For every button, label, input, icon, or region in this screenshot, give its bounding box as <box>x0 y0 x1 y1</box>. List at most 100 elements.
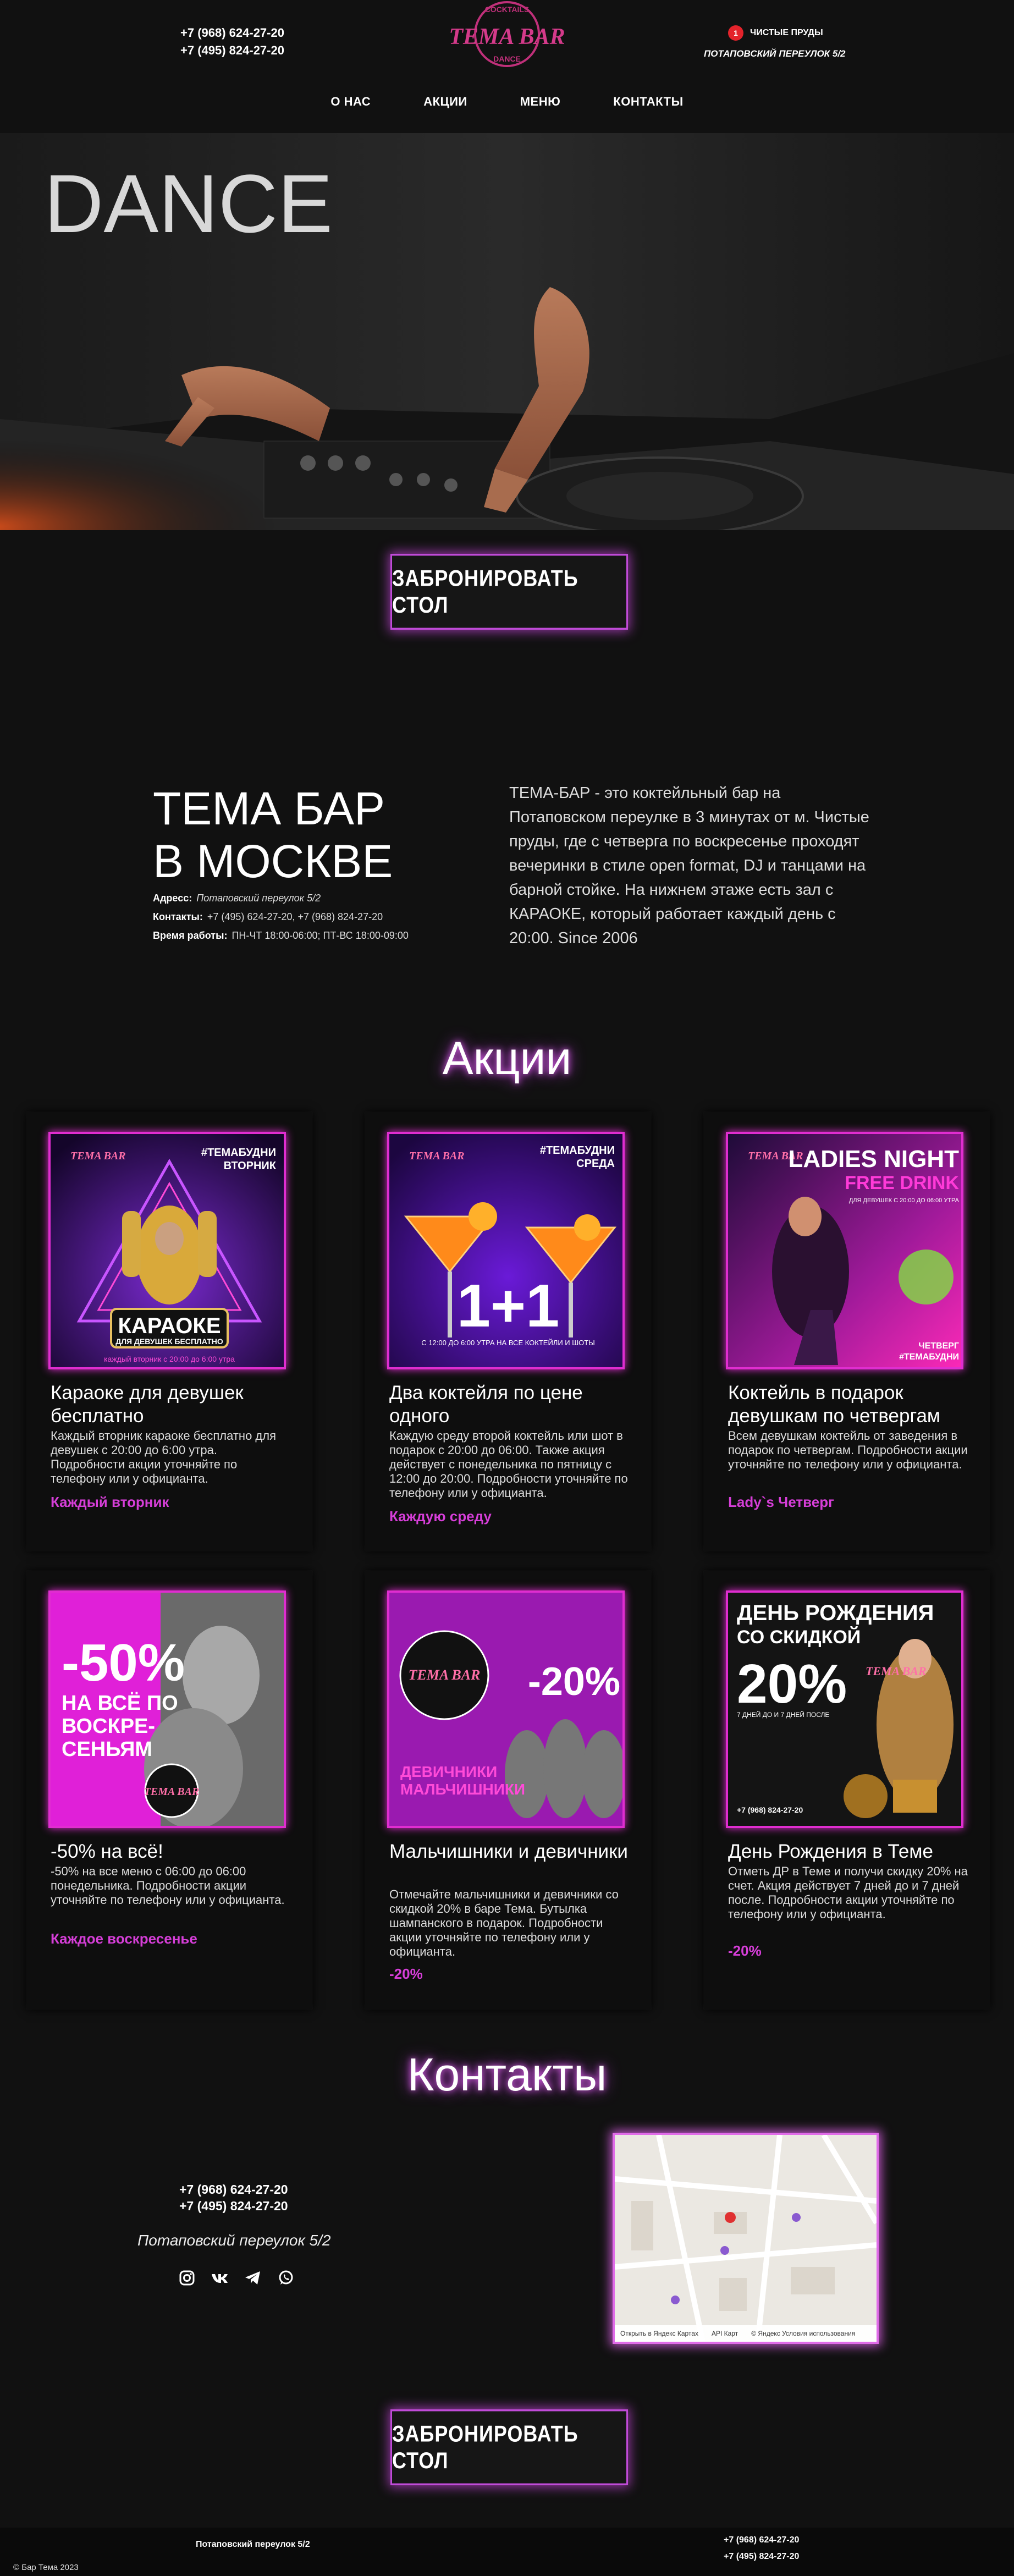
whatsapp-icon[interactable] <box>276 2268 296 2288</box>
yandex-map[interactable]: Открыть в Яндекс Картах API Карт © Яндек… <box>613 2133 879 2344</box>
nav-contacts[interactable]: КОНТАКТЫ <box>613 95 683 109</box>
header-phone-1[interactable]: +7 (968) 624-27-20 <box>180 24 284 42</box>
contacts-phones: +7 (968) 624-27-20 +7 (495) 824-27-20 <box>179 2181 288 2214</box>
svg-text:TEMA BAR: TEMA BAR <box>866 1664 927 1678</box>
svg-text:#ТЕМАБУДНИ: #ТЕМАБУДНИ <box>201 1147 276 1159</box>
svg-text:ЧЕТВЕРГ: ЧЕТВЕРГ <box>918 1341 959 1351</box>
contacts-value: +7 (495) 624-27-20, +7 (968) 824-27-20 <box>207 911 383 922</box>
nav-menu[interactable]: МЕНЮ <box>520 95 561 109</box>
promo-image-birthday: ДЕНЬ РОЖДЕНИЯ СО СКИДКОЙ 20% 7 ДНЕЙ ДО И… <box>726 1590 963 1828</box>
svg-text:LADIES NIGHT: LADIES NIGHT <box>789 1146 960 1173</box>
vk-icon[interactable] <box>210 2268 230 2288</box>
site-footer: Потаповский переулок 5/2 +7 (968) 624-27… <box>0 2528 1014 2576</box>
address-value: Потаповский переулок 5/2 <box>196 893 321 904</box>
promo-image-cocktails: #ТЕМАБУДНИ СРЕДА TEMA BAR 1+1 С 12:00 ДО… <box>387 1132 625 1369</box>
nav-about[interactable]: О НАС <box>330 95 371 109</box>
logo[interactable]: COCKTAILS TEMA BAR DANCE <box>447 0 567 88</box>
promo-card-cocktails[interactable]: #ТЕМАБУДНИ СРЕДА TEMA BAR 1+1 С 12:00 ДО… <box>365 1112 651 1551</box>
promo-image-parties: TEMA BAR -20% ДЕВИЧНИКИ МАЛЬЧИШНИКИ <box>387 1590 625 1828</box>
svg-text:СО СКИДКОЙ: СО СКИДКОЙ <box>737 1626 861 1648</box>
about-title-line-1: ТЕМА БАР <box>153 783 385 834</box>
social-links <box>177 2268 296 2288</box>
svg-text:СРЕДА: СРЕДА <box>576 1158 615 1170</box>
promo-card-karaoke[interactable]: #ТЕМАБУДНИ ВТОРНИК TEMA BAR КАРАОКЕ ДЛЯ … <box>26 1112 312 1551</box>
main-nav: О НАС АКЦИИ МЕНЮ КОНТАКТЫ <box>0 95 1014 109</box>
contacts-section-title: Контакты <box>407 2049 607 2100</box>
header-phone-2[interactable]: +7 (495) 824-27-20 <box>180 42 284 59</box>
footer-phones: +7 (968) 624-27-20 +7 (495) 824-27-20 <box>724 2532 799 2565</box>
promo-card-parties[interactable]: TEMA BAR -20% ДЕВИЧНИКИ МАЛЬЧИШНИКИ Маль… <box>365 1571 651 2010</box>
promo-tag: Каждый вторник <box>51 1494 169 1510</box>
about-info: Адресс: Потаповский переулок 5/2 Контакты… <box>153 889 409 945</box>
metro-line-badge: 1 <box>728 25 743 41</box>
promo-image-ladies-night: TEMA BAR LADIES NIGHT FREE DRINK ДЛЯ ДЕВ… <box>726 1132 963 1369</box>
promo-card-sunday-50[interactable]: -50% НА ВСЁ ПО ВОСКРЕ- СЕНЬЯМ TEMA BAR -… <box>26 1571 312 2010</box>
footer-phone-2[interactable]: +7 (495) 824-27-20 <box>724 2549 799 2565</box>
footer-copyright: © Бар Тема 2023 <box>13 2563 79 2572</box>
book-table-button-bottom[interactable]: ЗАБРОНИРОВАТЬ СТОЛ <box>390 2409 628 2485</box>
promo-title: Мальчишники и девичники <box>389 1841 628 1862</box>
promo-tag: -20% <box>728 1942 762 1959</box>
map-footer: Открыть в Яндекс Картах API Карт © Яндек… <box>615 2325 877 2342</box>
promo-card-ladies-night[interactable]: TEMA BAR LADIES NIGHT FREE DRINK ДЛЯ ДЕВ… <box>704 1112 990 1551</box>
svg-text:7 ДНЕЙ ДО И 7 ДНЕЙ ПОСЛЕ: 7 ДНЕЙ ДО И 7 ДНЕЙ ПОСЛЕ <box>737 1710 829 1719</box>
site-header: +7 (968) 624-27-20 +7 (495) 824-27-20 CO… <box>0 0 1014 132</box>
svg-text:TEMA BAR: TEMA BAR <box>409 1150 465 1162</box>
promo-title: Караоке для девушек бесплатно <box>51 1382 244 1427</box>
svg-text:каждый вторник с 20:00 до 6:00: каждый вторник с 20:00 до 6:00 утра <box>104 1355 235 1363</box>
svg-text:-50%: -50% <box>62 1633 185 1692</box>
svg-text:+7 (968) 824-27-20: +7 (968) 824-27-20 <box>737 1806 803 1814</box>
promos-section-title: Акции <box>442 1032 572 1084</box>
promo-card-birthday[interactable]: ДЕНЬ РОЖДЕНИЯ СО СКИДКОЙ 20% 7 ДНЕЙ ДО И… <box>704 1571 990 2010</box>
header-phones: +7 (968) 624-27-20 +7 (495) 824-27-20 <box>180 24 284 59</box>
contacts-label: Контакты: <box>153 911 203 922</box>
svg-text:-20%: -20% <box>528 1660 620 1704</box>
promo-image-sunday-50: -50% НА ВСЁ ПО ВОСКРЕ- СЕНЬЯМ TEMA BAR <box>48 1590 286 1828</box>
svg-text:ДЕНЬ РОЖДЕНИЯ: ДЕНЬ РОЖДЕНИЯ <box>737 1601 934 1625</box>
nav-promos[interactable]: АКЦИИ <box>423 95 467 109</box>
telegram-icon[interactable] <box>243 2268 263 2288</box>
promo-tag: Каждое воскресенье <box>51 1930 197 1947</box>
svg-text:COCKTAILS: COCKTAILS <box>485 5 530 14</box>
hero-image-dj: DANCE <box>0 133 1014 530</box>
about-description: ТЕМА-БАР - это коктейльный бар на Потапо… <box>509 784 869 947</box>
promo-tag: Lady`s Четверг <box>728 1494 834 1510</box>
map-api-link[interactable]: API Карт <box>712 2330 738 2337</box>
promo-title: Два коктейля по цене одного <box>389 1382 583 1427</box>
footer-address: Потаповский переулок 5/2 <box>196 2540 310 2549</box>
map-terms[interactable]: © Яндекс Условия использования <box>751 2330 855 2337</box>
promo-description: Отмечайте мальчишники и девичники со ски… <box>389 1887 619 1958</box>
book-table-button[interactable]: ЗАБРОНИРОВАТЬ СТОЛ <box>390 554 628 630</box>
header-address: ПОТАПОВСКИЙ ПЕРЕУЛОК 5/2 <box>704 48 846 59</box>
promo-tag: -20% <box>389 1966 423 1982</box>
svg-text:FREE DRINK: FREE DRINK <box>845 1173 959 1193</box>
contacts-phone-1[interactable]: +7 (968) 624-27-20 <box>179 2181 288 2198</box>
svg-text:ВТОРНИК: ВТОРНИК <box>224 1160 277 1172</box>
svg-text:1+1: 1+1 <box>457 1272 560 1340</box>
svg-text:TEMA BAR: TEMA BAR <box>449 24 565 49</box>
svg-text:20%: 20% <box>737 1653 847 1715</box>
promo-description: Отметь ДР в Теме и получи скидку 20% на … <box>728 1864 968 1921</box>
promo-image-karaoke: #ТЕМАБУДНИ ВТОРНИК TEMA BAR КАРАОКЕ ДЛЯ … <box>48 1132 286 1369</box>
promo-description: Каждый вторник караоке бесплатно для дев… <box>51 1429 277 1485</box>
promo-tag: Каждую среду <box>389 1508 492 1524</box>
svg-text:КАРАОКЕ: КАРАОКЕ <box>118 1314 221 1338</box>
promo-description: Всем девушкам коктейль от заведения в по… <box>728 1429 968 1471</box>
map-open-link[interactable]: Открыть в Яндекс Картах <box>620 2330 698 2337</box>
footer-phone-1[interactable]: +7 (968) 624-27-20 <box>724 2532 799 2549</box>
contacts-phone-2[interactable]: +7 (495) 824-27-20 <box>179 2198 288 2214</box>
address-label: Адресс: <box>153 893 192 904</box>
svg-text:#ТЕМАБУДНИ: #ТЕМАБУДНИ <box>899 1352 959 1362</box>
svg-text:TEMA BAR: TEMA BAR <box>144 1786 200 1798</box>
promo-title: День Рождения в Теме <box>728 1841 933 1862</box>
promo-description: Каждую среду второй коктейль или шот в п… <box>389 1429 628 1500</box>
metro-info: 1 ЧИСТЫЕ ПРУДЫ ПОТАПОВСКИЙ ПЕРЕУЛОК 5/2 <box>704 25 846 59</box>
metro-station: ЧИСТЫЕ ПРУДЫ <box>750 28 823 37</box>
svg-text:TEMA BAR: TEMA BAR <box>70 1150 126 1162</box>
promo-title: -50% на всё! <box>51 1841 163 1862</box>
hours-label: Время работы: <box>153 930 228 941</box>
about-title-line-2: В МОСКВЕ <box>153 835 393 887</box>
instagram-icon[interactable] <box>177 2268 197 2288</box>
contacts-address: Потаповский переулок 5/2 <box>137 2232 331 2249</box>
svg-text:TEMA BAR: TEMA BAR <box>409 1667 481 1683</box>
